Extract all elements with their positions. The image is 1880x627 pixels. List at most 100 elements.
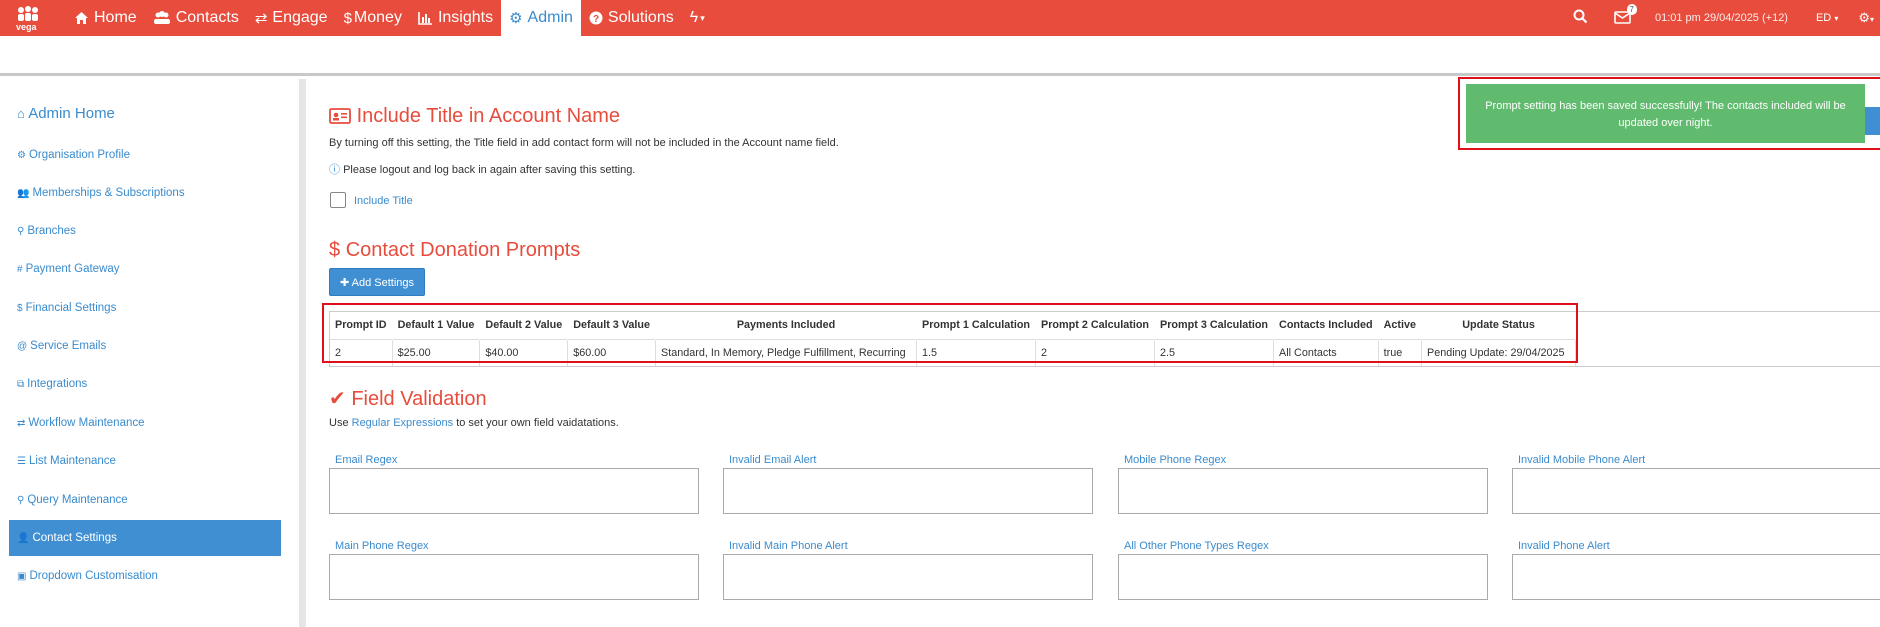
settings-gear-icon[interactable]: ⚙▾	[1858, 10, 1874, 26]
bolt-icon: ϟ	[689, 9, 699, 26]
include-title-label[interactable]: Include Title	[354, 195, 413, 207]
sidebar-item-label: Financial Settings	[25, 302, 117, 314]
caret-down-icon: ▾	[1834, 14, 1839, 23]
sidebar-item-label: Contact Settings	[32, 532, 117, 544]
main-phone-regex-textarea[interactable]	[329, 554, 699, 600]
sidebar-home-label: Admin Home	[28, 105, 115, 122]
search-icon: ⚲	[17, 495, 25, 506]
sidebar-item-label: Query Maintenance	[27, 494, 128, 506]
gear-icon: ⚙	[17, 150, 26, 161]
main-phone-regex-label: Main Phone Regex	[335, 540, 429, 552]
home-icon: ⌂	[17, 106, 25, 121]
sidebar-item-financial-settings[interactable]: $ Financial Settings	[9, 290, 281, 326]
nav-solutions[interactable]: ? Solutions	[581, 0, 682, 36]
nav-quick-actions[interactable]: ϟ ▾	[682, 0, 713, 36]
sidebar-item-organisation-profile[interactable]: ⚙ Organisation Profile	[9, 137, 281, 173]
invalid-phone-alert-label: Invalid Phone Alert	[1518, 540, 1610, 552]
plus-icon: ✚	[340, 277, 350, 289]
info-circle-icon: ⓘ	[329, 164, 340, 176]
sidebar-item-dropdown-customisation[interactable]: ▣ Dropdown Customisation	[9, 558, 281, 594]
sidebar-admin-home[interactable]: ⌂ Admin Home	[17, 105, 115, 122]
users-icon	[153, 10, 171, 27]
sidebar-item-label: Service Emails	[30, 340, 107, 352]
sidebar-item-label: Memberships & Subscriptions	[32, 187, 185, 199]
dollar-icon: $	[17, 303, 23, 314]
sidebar-item-workflow-maintenance[interactable]: ⇄ Workflow Maintenance	[9, 405, 281, 441]
include-title-checkbox[interactable]	[330, 192, 346, 208]
nav-contacts[interactable]: Contacts	[145, 0, 247, 36]
logo-text: vega	[16, 22, 37, 32]
admin-sidebar: ⌂ Admin Home ⚙ Organisation Profile 👥 Memb…	[0, 79, 306, 627]
sidebar-item-memberships[interactable]: 👥 Memberships & Subscriptions	[9, 175, 281, 211]
mobile-phone-regex-textarea[interactable]	[1118, 468, 1488, 514]
nav-insights[interactable]: Insights	[410, 0, 501, 36]
desc-suffix: to set your own field vaidatations.	[456, 417, 619, 429]
dollar-icon: $	[329, 239, 341, 261]
mobile-phone-regex-label: Mobile Phone Regex	[1124, 454, 1227, 466]
sidebar-item-branches[interactable]: ⚲ Branches	[9, 213, 281, 249]
sidebar-item-payment-gateway[interactable]: # Payment Gateway	[9, 251, 281, 287]
dollar-icon: $	[343, 9, 352, 27]
nav-home-label: Home	[94, 9, 137, 26]
sidebar-item-integrations[interactable]: ⧉ Integrations	[9, 366, 281, 402]
sidebar-item-contact-settings[interactable]: 👤 Contact Settings	[9, 520, 281, 556]
exchange-icon: ⇄	[254, 10, 268, 27]
desc-prefix: Use	[329, 417, 349, 429]
nav-money[interactable]: $ Money	[336, 0, 410, 36]
mail-icon[interactable]: 7	[1614, 3, 1637, 27]
invalid-email-alert-label: Invalid Email Alert	[729, 454, 817, 466]
id-card-icon	[329, 108, 351, 124]
nav-money-label: Money	[353, 9, 402, 26]
invalid-phone-alert-textarea[interactable]	[1512, 554, 1880, 600]
sidebar-item-label: Organisation Profile	[28, 149, 130, 161]
sidebar-item-list-maintenance[interactable]: ☰ List Maintenance	[9, 443, 281, 479]
mail-badge: 7	[1626, 3, 1637, 15]
top-navbar: vega Home Contacts ⇄ Engage $ Money Insi…	[0, 0, 1880, 36]
include-title-heading-text: Include Title in Account Name	[356, 105, 621, 127]
check-icon: ✔	[329, 388, 346, 410]
email-regex-textarea[interactable]	[329, 468, 699, 514]
regular-expressions-link[interactable]: Regular Expressions	[352, 417, 454, 429]
include-title-heading: Include Title in Account Name	[329, 105, 620, 128]
invalid-email-alert-textarea[interactable]	[723, 468, 1093, 514]
invalid-main-phone-alert-textarea[interactable]	[723, 554, 1093, 600]
logout-info: ⓘ Please logout and log back in again af…	[329, 161, 635, 177]
field-validation-heading-text: Field Validation	[351, 388, 487, 410]
sidebar-item-label: Dropdown Customisation	[29, 570, 158, 582]
search-icon[interactable]	[1573, 9, 1588, 27]
sub-header-bar	[0, 36, 1880, 76]
users-icon: 👥	[17, 188, 30, 199]
field-validation-description: Use Regular Expressions to set your own …	[329, 417, 619, 429]
invalid-mobile-phone-alert-textarea[interactable]	[1512, 468, 1880, 514]
home-icon	[74, 10, 89, 27]
sidebar-item-query-maintenance[interactable]: ⚲ Query Maintenance	[9, 482, 281, 518]
other-phone-regex-textarea[interactable]	[1118, 554, 1488, 600]
donation-prompts-heading-text: Contact Donation Prompts	[345, 239, 581, 261]
clock-text: 01:01 pm 29/04/2025 (+12)	[1654, 12, 1788, 24]
email-regex-label: Email Regex	[335, 454, 398, 466]
user-initials: ED	[1815, 12, 1832, 24]
branch-icon: ⚲	[17, 226, 25, 237]
nav-home[interactable]: Home	[66, 0, 145, 36]
nav-contacts-label: Contacts	[175, 9, 239, 26]
list-icon: ☰	[17, 456, 26, 467]
include-title-description: By turning off this setting, the Title f…	[329, 137, 839, 149]
add-settings-label: Add Settings	[351, 277, 415, 289]
nav-admin-label: Admin	[527, 9, 573, 26]
sidebar-item-service-emails[interactable]: @ Service Emails	[9, 328, 281, 364]
nav-admin[interactable]: ⚙ Admin	[501, 0, 581, 36]
at-icon: @	[17, 341, 28, 352]
caret-down-icon: ▾	[700, 12, 705, 23]
nav-engage[interactable]: ⇄ Engage	[247, 0, 336, 36]
sidebar-item-label: List Maintenance	[28, 455, 116, 467]
sidebar-item-label: Workflow Maintenance	[28, 417, 145, 429]
invalid-mobile-phone-alert-label: Invalid Mobile Phone Alert	[1518, 454, 1646, 466]
sidebar-item-label: Integrations	[27, 378, 88, 390]
add-settings-button[interactable]: ✚ Add Settings	[329, 268, 426, 296]
caret-square-icon: ▣	[17, 571, 27, 582]
question-icon: ?	[589, 10, 603, 27]
user-menu[interactable]: ED ▾	[1816, 12, 1838, 24]
user-icon: 👤	[17, 533, 30, 544]
svg-text:?: ?	[593, 14, 599, 25]
donation-prompts-heading: $ Contact Donation Prompts	[329, 239, 580, 262]
